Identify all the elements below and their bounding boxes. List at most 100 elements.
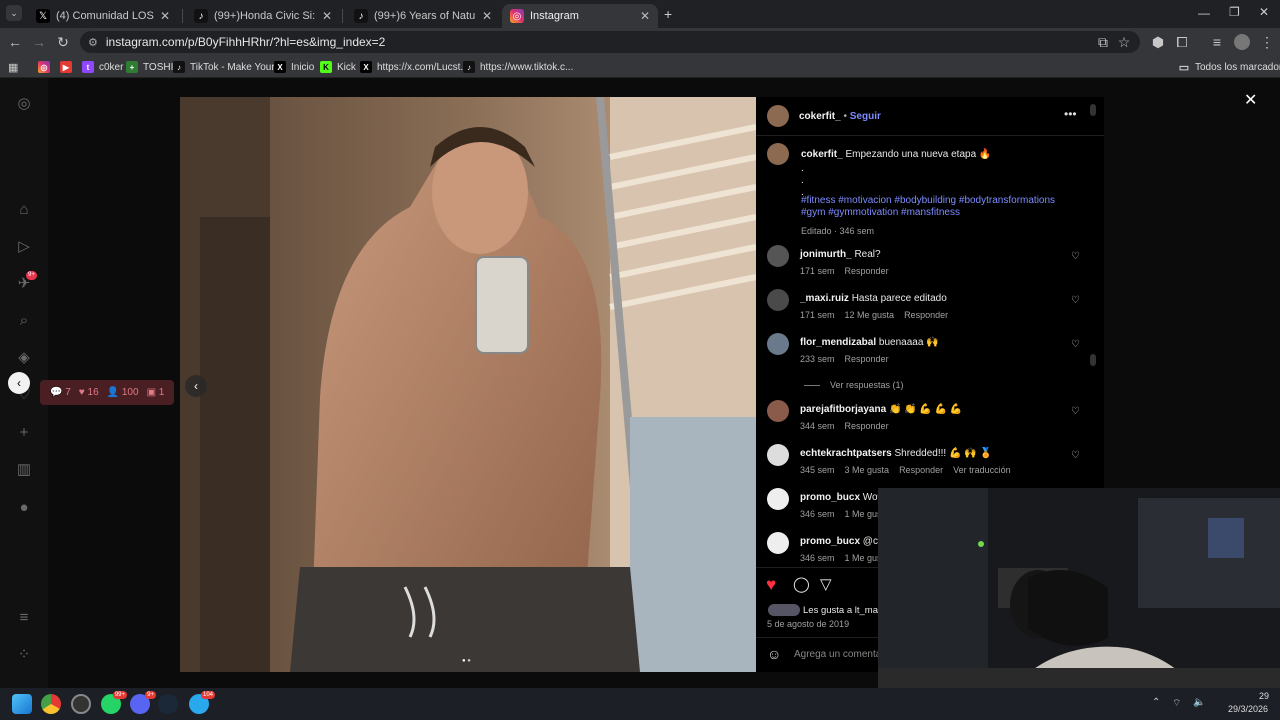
tab-1[interactable]: 𝕏 (4) Comunidad LOS TOP GLOBA ✕ xyxy=(28,4,178,28)
close-modal-icon[interactable]: ✕ xyxy=(1244,90,1257,110)
meta-apps-icon[interactable]: ⁘ xyxy=(14,645,34,665)
close-tab-icon[interactable]: ✕ xyxy=(160,9,170,23)
clock-date[interactable]: 29/3/2026 xyxy=(1228,704,1268,714)
hashtags[interactable]: #fitness #motivacion #bodybuilding #body… xyxy=(801,195,1081,219)
install-app-icon[interactable]: ⧉ xyxy=(1095,34,1111,50)
author-avatar[interactable] xyxy=(767,105,789,127)
menu-kebab-icon[interactable]: ⋮ xyxy=(1259,34,1275,50)
comment-reply[interactable]: Responder xyxy=(899,465,943,475)
back-icon[interactable]: ← xyxy=(7,34,23,50)
share-button[interactable]: ▽ xyxy=(820,575,832,593)
extension-icon[interactable]: ⬢ xyxy=(1150,34,1166,50)
like-button[interactable]: ♥ xyxy=(766,575,776,595)
discord-icon[interactable]: 9+ xyxy=(130,691,156,714)
commenter-avatar[interactable] xyxy=(767,488,789,510)
bookmark-youtube[interactable]: ▶ xyxy=(60,60,77,74)
clock-time[interactable]: 29 xyxy=(1259,691,1269,701)
comment-translate[interactable]: Ver traducción xyxy=(953,465,1011,475)
comment-username[interactable]: jonimurth_ xyxy=(800,249,852,260)
likes-text[interactable]: Les gusta a lt_mat xyxy=(803,605,881,616)
comment-username[interactable]: _maxi.ruiz xyxy=(800,293,849,304)
bookmark-c0ker[interactable]: t c0ker xyxy=(82,60,123,74)
comment-reply[interactable]: Responder xyxy=(845,354,889,364)
bookmark-instagram[interactable]: ◎ xyxy=(38,60,55,74)
all-bookmarks[interactable]: ▭ Todos los marcadores xyxy=(1178,60,1280,74)
instagram-logo-icon[interactable]: ◎ xyxy=(14,94,34,114)
steam-icon[interactable] xyxy=(158,694,178,714)
bookmark-star-icon[interactable]: ☆ xyxy=(1116,34,1132,50)
close-tab-icon[interactable]: ✕ xyxy=(640,9,650,23)
tab-4-active[interactable]: ◎ Instagram ✕ xyxy=(502,4,658,28)
profile-avatar[interactable] xyxy=(1234,34,1250,50)
comment-username[interactable]: flor_mendizabal xyxy=(800,337,876,348)
telegram-icon[interactable]: 104 xyxy=(189,691,215,714)
forward-icon[interactable]: → xyxy=(31,34,47,50)
add-comment-input[interactable]: Agrega un comentar xyxy=(794,649,885,660)
apps-grid-icon[interactable]: ▦ xyxy=(8,60,18,74)
restore-button[interactable]: ❐ xyxy=(1229,5,1240,19)
likers-avatars[interactable] xyxy=(768,604,800,616)
tab-3[interactable]: ♪ (99+)6 Years of Natural Bodybu ✕ xyxy=(346,4,500,28)
bookmark-kick[interactable]: K Kick xyxy=(320,60,356,74)
new-tab-button[interactable]: + xyxy=(664,6,672,22)
author-username[interactable]: cokerfit_ xyxy=(799,111,841,122)
reels-icon[interactable]: ▷ xyxy=(14,237,34,257)
close-window-button[interactable]: ✕ xyxy=(1259,5,1269,19)
comment-like-icon[interactable]: ♡ xyxy=(1071,296,1081,306)
reload-icon[interactable]: ↻ xyxy=(55,34,71,50)
messages-icon[interactable]: ✈ 9+ xyxy=(14,271,37,294)
profile-avatar-icon[interactable]: ● xyxy=(14,498,34,518)
commenter-avatar[interactable] xyxy=(767,532,789,554)
commenter-avatar[interactable] xyxy=(767,289,789,311)
follow-button[interactable]: Seguir xyxy=(850,111,881,122)
comment-like-icon[interactable]: ♡ xyxy=(1071,252,1081,262)
tab-2[interactable]: ♪ (99+)Honda Civic Si: Performan ✕ xyxy=(186,4,340,28)
commenter-avatar[interactable] xyxy=(767,245,789,267)
commenter-avatar[interactable] xyxy=(767,400,789,422)
home-icon[interactable]: ⌂ xyxy=(14,200,34,220)
chrome-icon[interactable] xyxy=(41,694,61,714)
tray-up-icon[interactable]: ⌃ xyxy=(1152,697,1160,708)
dashboard-icon[interactable]: ▥ xyxy=(14,460,34,480)
panel-scrollbar[interactable] xyxy=(1090,104,1096,116)
bookmark-tiktok[interactable]: ♪ TikTok - Make Your... xyxy=(173,60,282,74)
obs-icon[interactable] xyxy=(71,694,91,714)
comment-reply[interactable]: Responder xyxy=(904,310,948,320)
comment-username[interactable]: promo_bucx xyxy=(800,536,860,547)
tab-search-icon[interactable]: ⌄ xyxy=(6,5,22,21)
comment-like-icon[interactable]: ♡ xyxy=(1071,451,1081,461)
bookmark-tiktok-url[interactable]: ♪ https://www.tiktok.c... xyxy=(463,60,573,74)
close-tab-icon[interactable]: ✕ xyxy=(482,9,492,23)
commenter-avatar[interactable] xyxy=(767,333,789,355)
close-tab-icon[interactable]: ✕ xyxy=(322,9,332,23)
extensions-puzzle-icon[interactable]: ⧠ xyxy=(1174,34,1190,50)
wifi-icon[interactable]: ⌔ xyxy=(1172,697,1181,710)
search-icon[interactable]: ⌕ xyxy=(14,311,34,331)
url-bar[interactable]: ⚙ instagram.com/p/B0yFihhHRhr/?hl=es&img… xyxy=(80,31,1140,53)
comment-like-icon[interactable]: ♡ xyxy=(1071,340,1081,350)
windows-start-icon[interactable] xyxy=(12,694,32,714)
popover-arrow-button[interactable]: ‹ xyxy=(8,372,30,394)
comment-likes[interactable]: 12 Me gusta xyxy=(845,310,895,320)
comment-username[interactable]: parejafitborjayana xyxy=(800,404,886,415)
prev-image-button[interactable]: ‹ xyxy=(185,375,207,397)
bookmark-x-lucst[interactable]: Xhttps://x.com/Lucst... xyxy=(360,60,469,74)
view-replies-button[interactable]: Ver respuestas (1) xyxy=(804,380,904,390)
volume-icon[interactable]: 🔈 xyxy=(1193,697,1205,708)
whatsapp-icon[interactable]: 99+ xyxy=(101,691,127,714)
comment-reply[interactable]: Responder xyxy=(845,421,889,431)
explore-icon[interactable]: ◈ xyxy=(14,348,34,368)
bookmark-toshi[interactable]: + TOSHI xyxy=(126,60,173,74)
comment-username[interactable]: echtekrachtpatsers xyxy=(800,448,892,459)
create-icon[interactable]: + xyxy=(14,423,34,443)
comment-username[interactable]: promo_bucx xyxy=(800,492,860,503)
bookmark-inicio[interactable]: X Inicio xyxy=(274,60,314,74)
comment-button[interactable]: ◯ xyxy=(793,575,810,593)
media-controls-icon[interactable]: ≡ xyxy=(1209,34,1225,50)
comment-reply[interactable]: Responder xyxy=(845,266,889,276)
comment-likes[interactable]: 3 Me gusta xyxy=(845,465,890,475)
panel-scrollbar-thumb[interactable] xyxy=(1090,354,1096,366)
emoji-icon[interactable]: ☺ xyxy=(767,646,781,662)
comment-like-icon[interactable]: ♡ xyxy=(1071,407,1081,417)
minimize-button[interactable]: — xyxy=(1198,6,1210,20)
